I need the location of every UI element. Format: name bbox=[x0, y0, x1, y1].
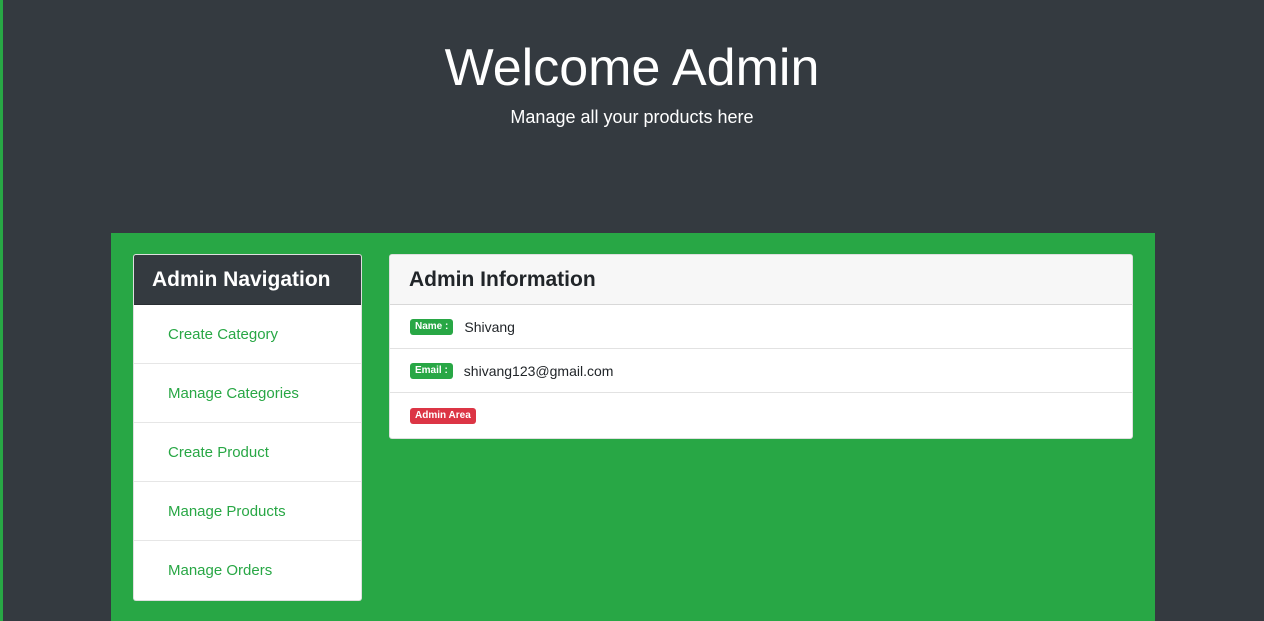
admin-information-header: Admin Information bbox=[390, 255, 1132, 305]
name-badge: Name : bbox=[410, 318, 454, 335]
nav-item-manage-products[interactable]: Manage Products bbox=[134, 482, 361, 541]
nav-item-create-category[interactable]: Create Category bbox=[134, 305, 361, 364]
nav-item-manage-categories[interactable]: Manage Categories bbox=[134, 364, 361, 423]
admin-area-badge: Admin Area bbox=[410, 407, 476, 424]
admin-dashboard-page: Welcome Admin Manage all your products h… bbox=[0, 0, 1264, 621]
nav-item-create-product[interactable]: Create Product bbox=[134, 423, 361, 482]
admin-area-row: Admin Area bbox=[390, 393, 1132, 438]
admin-information-card: Admin Information Name : Shivang Email :… bbox=[389, 254, 1133, 439]
admin-email-value: shivang123@gmail.com bbox=[463, 362, 614, 379]
email-badge: Email : bbox=[410, 362, 453, 379]
admin-navigation-header: Admin Navigation bbox=[134, 255, 361, 305]
page-title: Welcome Admin bbox=[444, 39, 820, 97]
admin-email-row: Email : shivang123@gmail.com bbox=[390, 349, 1132, 393]
admin-name-row: Name : Shivang bbox=[390, 305, 1132, 349]
admin-name-value: Shivang bbox=[464, 318, 515, 335]
admin-navigation-card: Admin Navigation Create Category Manage … bbox=[133, 254, 362, 601]
page-subtitle: Manage all your products here bbox=[510, 107, 754, 127]
nav-item-manage-orders[interactable]: Manage Orders bbox=[134, 541, 361, 600]
